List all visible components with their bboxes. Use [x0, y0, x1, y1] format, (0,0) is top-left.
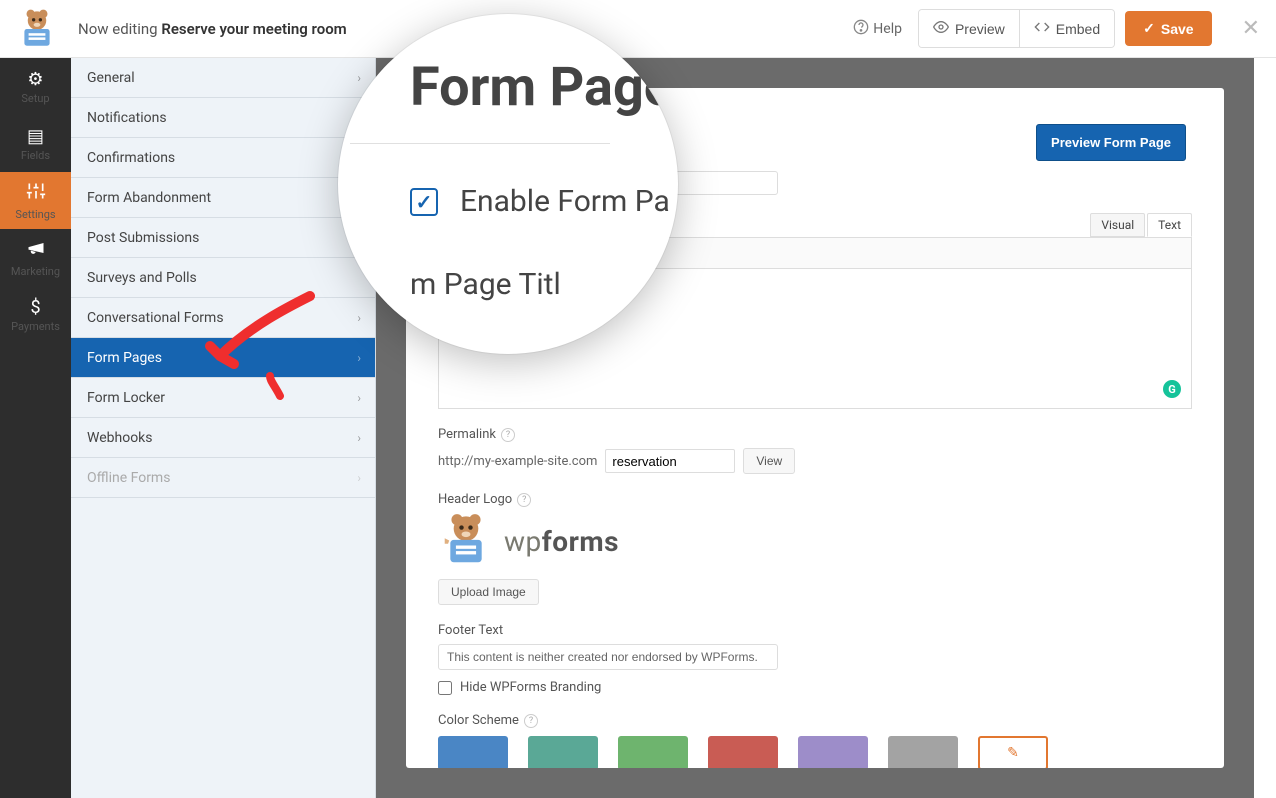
color-swatch-purple[interactable] [798, 736, 868, 768]
chevron-right-icon: › [357, 431, 361, 445]
help-icon[interactable]: ? [501, 428, 515, 442]
left-rail: ⚙ Setup ▤ Fields Settings Marketing $ Pa… [0, 58, 71, 798]
save-label: Save [1161, 21, 1194, 37]
hide-branding-checkbox[interactable] [438, 681, 452, 695]
rail-payments[interactable]: $ Payments [0, 286, 71, 343]
header-logo-image: wpforms [438, 513, 1192, 569]
embed-button[interactable]: Embed [1019, 10, 1114, 47]
permalink-label: Permalink? [438, 427, 1192, 442]
rail-fields[interactable]: ▤ Fields [0, 115, 71, 172]
sidepanel-form-abandonment[interactable]: Form Abandonment [71, 178, 375, 218]
sidepanel-surveys-and-polls[interactable]: Surveys and Polls [71, 258, 375, 298]
permalink-base-url: http://my-example-site.com [438, 454, 597, 469]
color-swatch-red[interactable] [708, 736, 778, 768]
sidepanel-form-locker[interactable]: Form Locker› [71, 378, 375, 418]
hide-branding-label: Hide WPForms Branding [460, 680, 601, 695]
help-link[interactable]: Help [853, 19, 902, 39]
sidepanel-form-pages[interactable]: Form Pages› [71, 338, 375, 378]
rail-label: Marketing [11, 265, 60, 278]
help-icon [853, 19, 869, 39]
rail-marketing[interactable]: Marketing [0, 229, 71, 286]
sidepanel-conversational-forms[interactable]: Conversational Forms› [71, 298, 375, 338]
rail-label: Settings [15, 208, 55, 221]
grammarly-icon: G [1163, 380, 1181, 398]
editing-label: Now editing Reserve your meeting room [78, 20, 347, 38]
check-icon: ✓ [1143, 20, 1155, 37]
chevron-right-icon: › [357, 311, 361, 325]
form-name: Reserve your meeting room [161, 20, 346, 38]
sidepanel-post-submissions[interactable]: Post Submissions [71, 218, 375, 258]
permalink-slug-input[interactable] [605, 449, 735, 473]
tab-visual[interactable]: Visual [1090, 213, 1145, 237]
sidepanel-webhooks[interactable]: Webhooks› [71, 418, 375, 458]
help-icon[interactable]: ? [524, 714, 538, 728]
footer-text-input[interactable] [438, 644, 778, 670]
settings-sidepanel: General› Notifications Confirmations For… [71, 58, 376, 798]
permalink-field: Permalink? http://my-example-site.com Vi… [438, 427, 1192, 474]
color-swatch-blue[interactable] [438, 736, 508, 768]
color-swatch-gray[interactable] [888, 736, 958, 768]
chevron-right-icon: › [357, 391, 361, 405]
upload-image-button[interactable]: Upload Image [438, 579, 539, 605]
help-label: Help [873, 21, 902, 37]
chevron-right-icon: › [357, 71, 361, 85]
editing-prefix: Now editing [78, 20, 158, 38]
close-icon[interactable]: ✕ [1242, 16, 1260, 41]
view-button[interactable]: View [743, 448, 795, 474]
rail-label: Fields [21, 149, 50, 162]
hide-branding-row: Hide WPForms Branding [438, 680, 1192, 695]
footer-text-field: Footer Text [438, 623, 1192, 670]
color-scheme-field: Color Scheme? ✎ [438, 713, 1192, 768]
preview-label: Preview [955, 21, 1005, 37]
wpforms-text: wpforms [504, 525, 619, 558]
wpforms-logo [16, 8, 58, 50]
header-logo-label: Header Logo? [438, 492, 1192, 507]
gear-icon: ⚙ [27, 69, 43, 90]
dollar-icon: $ [30, 297, 40, 318]
rail-label: Setup [21, 92, 49, 105]
preview-button[interactable]: Preview [919, 10, 1019, 47]
zoom-enable-row: ✓ Enable Form Pa [410, 184, 670, 219]
sidepanel-confirmations[interactable]: Confirmations [71, 138, 375, 178]
sidepanel-general[interactable]: General› [71, 58, 375, 98]
code-icon [1034, 19, 1050, 38]
pencil-icon: ✎ [1007, 745, 1019, 761]
rail-label: Payments [11, 320, 60, 333]
sidepanel-offline-forms[interactable]: Offline Forms› [71, 458, 375, 498]
list-icon: ▤ [27, 126, 44, 147]
header-logo-field: Header Logo? wpforms Upload Image [438, 492, 1192, 605]
sliders-icon [26, 181, 46, 206]
sidepanel-notifications[interactable]: Notifications [71, 98, 375, 138]
zoom-enable-label: Enable Form Pa [460, 184, 670, 219]
preview-form-page-button[interactable]: Preview Form Page [1036, 124, 1186, 161]
chevron-right-icon: › [357, 471, 361, 485]
megaphone-icon [26, 238, 46, 263]
rail-setup[interactable]: ⚙ Setup [0, 58, 71, 115]
rail-settings[interactable]: Settings [0, 172, 71, 229]
preview-embed-group: Preview Embed [918, 9, 1115, 48]
chevron-right-icon: › [357, 351, 361, 365]
color-swatch-green[interactable] [618, 736, 688, 768]
color-scheme-label: Color Scheme? [438, 713, 1192, 728]
enable-checkbox[interactable]: ✓ [410, 188, 438, 216]
footer-text-label: Footer Text [438, 623, 1192, 638]
zoom-page-title-label: m Page Titl [410, 267, 561, 302]
embed-label: Embed [1056, 21, 1100, 37]
zoom-callout: Form Page ✓ Enable Form Pa m Page Titl [338, 14, 678, 354]
save-button[interactable]: ✓ Save [1125, 11, 1211, 46]
help-icon[interactable]: ? [517, 493, 531, 507]
tab-text[interactable]: Text [1147, 213, 1192, 237]
color-swatch-custom[interactable]: ✎ [978, 736, 1048, 768]
color-swatches: ✎ [438, 736, 1192, 768]
topbar: Now editing Reserve your meeting room He… [0, 0, 1276, 58]
eye-icon [933, 19, 949, 38]
color-swatch-teal[interactable] [528, 736, 598, 768]
